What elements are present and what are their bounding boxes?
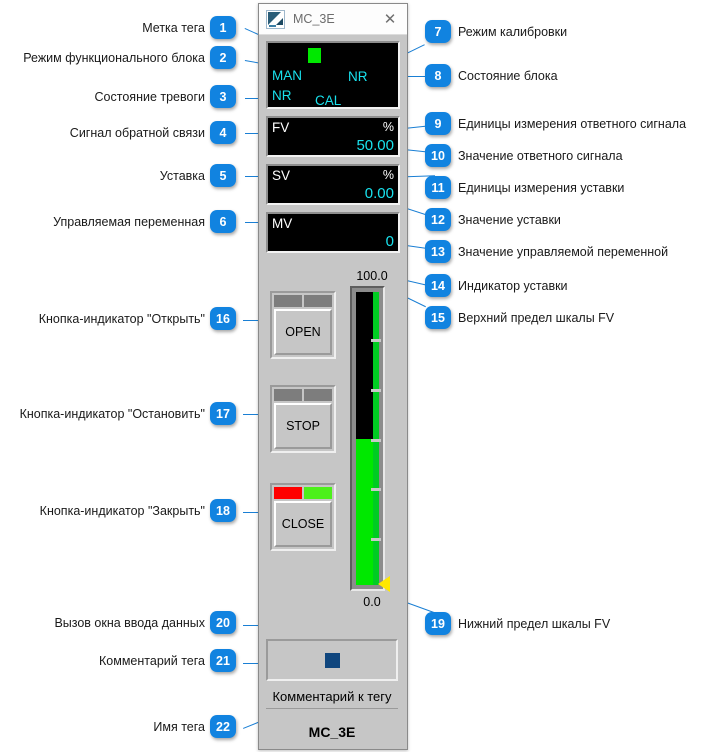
callout-label-8: Состояние блока [458, 69, 558, 83]
callout-badge-6[interactable]: 6 [210, 210, 236, 233]
callout-label-3: Состояние тревоги [94, 90, 205, 104]
callout-badge-15[interactable]: 15 [425, 306, 451, 329]
callout-label-4: Сигнал обратной связи [69, 126, 205, 140]
fv-value: 50.00 [356, 137, 394, 154]
close-indicator-button[interactable]: CLOSE [270, 483, 336, 551]
close-button-label: CLOSE [274, 501, 332, 547]
status-panel: MAN NR CAL NR [266, 41, 400, 109]
callout-badge-2[interactable]: 2 [210, 46, 236, 69]
callout-label-6: Управляемая переменная [53, 215, 205, 229]
open-lamp-right [304, 295, 332, 307]
data-entry-button[interactable] [266, 639, 398, 681]
window-title: MC_3E [293, 12, 335, 26]
callout-badge-7[interactable]: 7 [425, 20, 451, 43]
open-lamp-left [274, 295, 302, 307]
mv-label: MV [272, 216, 293, 231]
callout-label-5: Уставка [159, 169, 205, 183]
close-lamps [274, 487, 332, 499]
gauge-scale-strip [371, 292, 381, 585]
sv-label: SV [272, 168, 291, 183]
callout-label-7: Режим калибровки [458, 25, 568, 39]
gauge-scale-low: 0.0 [363, 595, 381, 609]
callout-label-22: Имя тега [153, 720, 205, 734]
callout-badge-21[interactable]: 21 [210, 649, 236, 672]
callout-label-9: Единицы измерения ответного сигнала [458, 117, 687, 131]
stop-button-label: STOP [274, 403, 332, 449]
faceplate-window: MC_3E ✕ MAN NR CAL NR FV % 50.00 SV % 0.… [258, 3, 408, 750]
callout-label-13: Значение управляемой переменной [458, 245, 669, 259]
alarm-state: NR [272, 88, 292, 103]
faceplate-body: MAN NR CAL NR FV % 50.00 SV % 0.00 MV 0 [259, 35, 407, 749]
callout-label-16: Кнопка-индикатор "Открыть" [38, 312, 205, 326]
mv-value: 0 [385, 233, 394, 250]
callout-label-21: Комментарий тега [99, 654, 205, 668]
callout-label-19: Нижний предел шкалы FV [458, 617, 611, 631]
stop-lamp-left [274, 389, 302, 401]
callout-badge-14[interactable]: 14 [425, 274, 451, 297]
open-lamps [274, 295, 332, 307]
callout-label-10: Значение ответного сигнала [458, 149, 623, 163]
control-area: OPEN STOP CLOSE 100.0 0.0 [266, 269, 400, 609]
gauge-tick [371, 538, 381, 542]
gauge-tick [371, 488, 381, 492]
callout-label-12: Значение уставки [458, 213, 561, 227]
tag-name: MC_3E [308, 724, 356, 740]
callout-badge-4[interactable]: 4 [210, 121, 236, 144]
function-block-mode: MAN [272, 68, 302, 83]
tag-mark-indicator [308, 48, 321, 63]
callout-label-20: Вызов окна ввода данных [54, 616, 205, 630]
callout-badge-11[interactable]: 11 [425, 176, 451, 199]
gauge-scale-high: 100.0 [356, 269, 388, 283]
callout-badge-8[interactable]: 8 [425, 64, 451, 87]
callout-label-11: Единицы измерения уставки [458, 181, 625, 195]
close-lamp-right [304, 487, 332, 499]
open-indicator-button[interactable]: OPEN [270, 291, 336, 359]
callout-label-1: Метка тега [142, 21, 205, 35]
title-bar: MC_3E ✕ [259, 4, 407, 35]
callout-badge-18[interactable]: 18 [210, 499, 236, 522]
callout-badge-13[interactable]: 13 [425, 240, 451, 263]
callout-label-17: Кнопка-индикатор "Остановить" [19, 407, 205, 421]
block-state: NR [348, 69, 368, 84]
data-entry-square-icon [324, 652, 340, 668]
sv-unit: % [382, 168, 394, 182]
stop-lamp-right [304, 389, 332, 401]
callout-badge-5[interactable]: 5 [210, 164, 236, 187]
callout-label-14: Индикатор уставки [458, 279, 568, 293]
callout-label-2: Режим функционального блока [23, 51, 205, 65]
stop-lamps [274, 389, 332, 401]
mv-panel: MV 0 [266, 212, 400, 253]
gauge-tick [371, 338, 381, 342]
callout-badge-17[interactable]: 17 [210, 402, 236, 425]
callout-badge-16[interactable]: 16 [210, 307, 236, 330]
callout-badge-19[interactable]: 19 [425, 612, 451, 635]
tag-comment: Комментарий к тегу [266, 685, 398, 709]
open-button-label: OPEN [274, 309, 332, 355]
calibration-mode: CAL [315, 93, 342, 108]
callout-badge-1[interactable]: 1 [210, 16, 236, 39]
callout-badge-10[interactable]: 10 [425, 144, 451, 167]
gauge-frame [350, 286, 385, 591]
callout-label-15: Верхний предел шкалы FV [458, 311, 615, 325]
app-logo-icon [266, 9, 285, 29]
close-lamp-left [274, 487, 302, 499]
sv-panel: SV % 0.00 [266, 164, 400, 205]
callout-badge-20[interactable]: 20 [210, 611, 236, 634]
fv-panel: FV % 50.00 [266, 116, 400, 157]
fv-unit: % [382, 120, 394, 134]
sv-pointer-icon [378, 576, 390, 592]
gauge-tick [371, 388, 381, 392]
callout-badge-12[interactable]: 12 [425, 208, 451, 231]
close-icon[interactable]: ✕ [377, 6, 403, 32]
sv-value: 0.00 [364, 185, 394, 202]
callout-badge-3[interactable]: 3 [210, 85, 236, 108]
fv-label: FV [272, 120, 290, 135]
callout-badge-9[interactable]: 9 [425, 112, 451, 135]
gauge-tick [371, 438, 381, 442]
stop-indicator-button[interactable]: STOP [270, 385, 336, 453]
callout-badge-22[interactable]: 22 [210, 715, 236, 738]
callout-label-18: Кнопка-индикатор "Закрыть" [39, 504, 205, 518]
fv-gauge: 100.0 0.0 [346, 269, 392, 609]
